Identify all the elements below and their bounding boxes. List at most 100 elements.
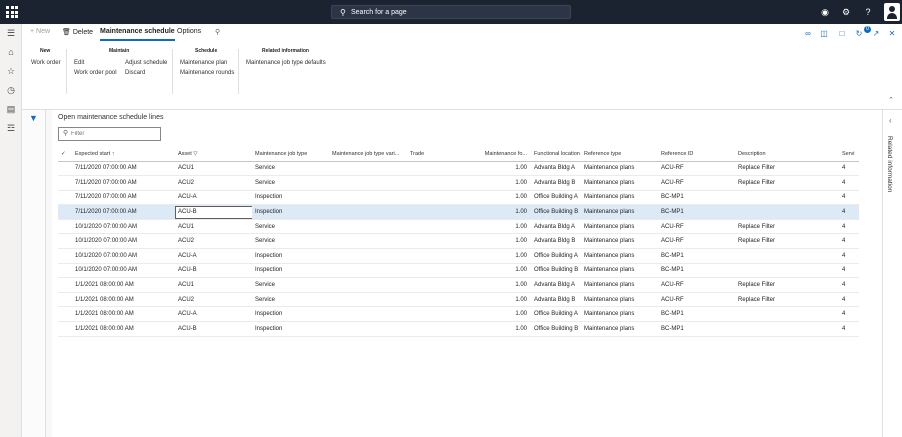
table-cell[interactable]: 1.00 xyxy=(447,219,531,235)
table-cell[interactable]: 1.00 xyxy=(447,204,531,220)
table-cell[interactable]: BC-MP1 xyxy=(658,306,735,323)
table-cell[interactable]: Service xyxy=(252,175,329,191)
table-cell[interactable]: Inspection xyxy=(252,321,329,337)
table-cell[interactable]: 10/1/2020 07:00:00 AM xyxy=(72,263,175,279)
table-row[interactable]: 7/11/2020 07:00:00 AM ACU1 Service 1.00 Adva… xyxy=(58,161,859,177)
table-cell[interactable] xyxy=(735,321,839,337)
table-cell[interactable]: 1.00 xyxy=(447,248,531,264)
table-cell[interactable]: 4 xyxy=(839,306,859,323)
table-cell[interactable]: Advanta Bldg B xyxy=(531,292,581,308)
table-cell[interactable] xyxy=(329,190,407,206)
column-header-functional-location[interactable]: Functional location xyxy=(531,147,581,162)
list-icon[interactable]: ☲ xyxy=(4,121,18,135)
table-cell[interactable]: 1.00 xyxy=(447,175,531,191)
table-cell[interactable]: ACU-B xyxy=(175,321,252,337)
column-header-asset[interactable]: Asset ▽ xyxy=(175,147,252,162)
table-cell[interactable]: Replace Filter xyxy=(735,161,839,177)
table-row[interactable]: 1/1/2021 08:00:00 AM ACU-A Inspection 1.00 O… xyxy=(58,306,859,323)
table-cell[interactable]: 1/1/2021 08:00:00 AM xyxy=(72,277,175,293)
table-cell[interactable]: ACU2 xyxy=(175,175,252,191)
tab-maintenance-schedule[interactable]: Maintenance schedule xyxy=(100,28,175,41)
table-cell[interactable]: ACU-RF xyxy=(658,292,735,308)
table-cell[interactable]: BC-MP1 xyxy=(658,263,735,279)
table-cell[interactable]: Service xyxy=(252,277,329,293)
table-cell[interactable]: Service xyxy=(252,292,329,308)
table-cell[interactable]: Maintenance plans xyxy=(581,248,658,264)
table-cell[interactable]: Maintenance plans xyxy=(581,263,658,279)
search-actions-icon[interactable]: ⚲ xyxy=(215,28,220,36)
select-all-checkbox[interactable]: ✓ xyxy=(58,147,72,162)
table-cell[interactable]: 10/1/2020 07:00:00 AM xyxy=(72,233,175,250)
menu-icon[interactable]: ☰ xyxy=(4,26,18,40)
table-cell[interactable]: 1.00 xyxy=(447,306,531,323)
table-cell[interactable]: 4 xyxy=(839,292,859,308)
adjust-schedule-button[interactable]: Adjust schedule xyxy=(125,60,167,66)
table-cell[interactable] xyxy=(735,204,839,220)
table-cell[interactable]: Inspection xyxy=(252,248,329,264)
table-cell[interactable]: BC-MP1 xyxy=(658,321,735,337)
column-header-expected-start[interactable]: Expected start ↑ xyxy=(72,147,175,162)
table-cell[interactable] xyxy=(735,306,839,323)
table-cell[interactable] xyxy=(329,292,407,308)
table-cell[interactable]: 1/1/2021 08:00:00 AM xyxy=(72,306,175,323)
table-cell[interactable]: ACU1 xyxy=(175,161,252,177)
table-cell[interactable]: Service xyxy=(252,161,329,177)
table-row[interactable]: 1/1/2021 08:00:00 AM ACU2 Service 1.00 Advan… xyxy=(58,292,859,308)
table-cell[interactable] xyxy=(407,306,447,323)
table-cell[interactable]: 7/11/2020 07:00:00 AM xyxy=(72,161,175,177)
table-cell[interactable]: ACU-RF xyxy=(658,277,735,293)
table-cell[interactable]: 4 xyxy=(839,204,859,220)
office-icon[interactable]: ◫ xyxy=(818,28,830,40)
table-cell[interactable] xyxy=(329,321,407,337)
row-select-cell[interactable] xyxy=(58,175,72,191)
row-select-cell[interactable] xyxy=(58,233,72,250)
row-select-cell[interactable] xyxy=(58,204,72,220)
table-cell[interactable]: Replace Filter xyxy=(735,277,839,293)
table-cell[interactable]: ACU1 xyxy=(175,219,252,235)
row-select-cell[interactable] xyxy=(58,306,72,323)
table-cell[interactable]: Office Building B xyxy=(531,204,581,220)
table-row[interactable]: 7/11/2020 07:00:00 AM ACU2 Service 1.00 Adva… xyxy=(58,175,859,191)
row-select-cell[interactable] xyxy=(58,219,72,235)
table-cell[interactable] xyxy=(407,161,447,177)
table-cell[interactable] xyxy=(407,233,447,250)
filter-field[interactable]: ⚲ xyxy=(58,127,161,141)
table-cell[interactable]: 4 xyxy=(839,161,859,177)
table-row[interactable]: 7/11/2020 07:00:00 AM ACU-B Inspection 1.00… xyxy=(58,204,859,220)
table-cell[interactable]: 4 xyxy=(839,175,859,191)
chevron-left-icon[interactable]: ‹ xyxy=(889,116,892,125)
table-cell[interactable] xyxy=(407,292,447,308)
close-icon[interactable]: ✕ xyxy=(886,28,898,40)
refresh-icon[interactable]: ↻ xyxy=(853,28,865,40)
table-cell[interactable]: Maintenance plans xyxy=(581,161,658,177)
table-cell[interactable]: ACU1 xyxy=(175,277,252,293)
table-cell[interactable]: Maintenance plans xyxy=(581,277,658,293)
table-cell[interactable]: Service xyxy=(252,219,329,235)
row-select-cell[interactable] xyxy=(58,248,72,264)
table-cell[interactable]: Advanta Bldg B xyxy=(531,233,581,250)
collapse-action-pane-icon[interactable]: ⌃ xyxy=(888,96,894,104)
table-cell[interactable]: Inspection xyxy=(252,190,329,206)
help-icon[interactable]: ? xyxy=(861,5,875,19)
table-cell[interactable]: ACU-RF xyxy=(658,161,735,177)
table-cell[interactable]: Replace Filter xyxy=(735,292,839,308)
table-row[interactable]: 1/1/2021 08:00:00 AM ACU1 Service 1.00 Advan… xyxy=(58,277,859,293)
table-cell[interactable] xyxy=(407,190,447,206)
waffle-icon[interactable] xyxy=(4,4,20,20)
table-cell[interactable] xyxy=(407,263,447,279)
table-cell[interactable] xyxy=(329,233,407,250)
table-cell[interactable]: Maintenance plans xyxy=(581,204,658,220)
table-cell[interactable]: Office Building B xyxy=(531,263,581,279)
table-cell[interactable]: Maintenance plans xyxy=(581,233,658,250)
table-cell[interactable]: Inspection xyxy=(252,306,329,323)
table-cell[interactable]: 1.00 xyxy=(447,233,531,250)
table-cell[interactable]: ACU-A xyxy=(175,190,252,206)
table-cell[interactable]: 4 xyxy=(839,190,859,206)
table-cell[interactable]: ACU-B xyxy=(175,263,252,279)
table-row[interactable]: 1/1/2021 08:00:00 AM ACU-B Inspection 1.00 O… xyxy=(58,321,859,337)
table-cell[interactable]: ACU-B xyxy=(175,204,252,220)
table-cell[interactable]: 7/11/2020 07:00:00 AM xyxy=(72,204,175,220)
table-cell[interactable]: ACU-RF xyxy=(658,219,735,235)
table-cell[interactable] xyxy=(407,277,447,293)
attachment-icon[interactable]: □ xyxy=(836,28,848,40)
